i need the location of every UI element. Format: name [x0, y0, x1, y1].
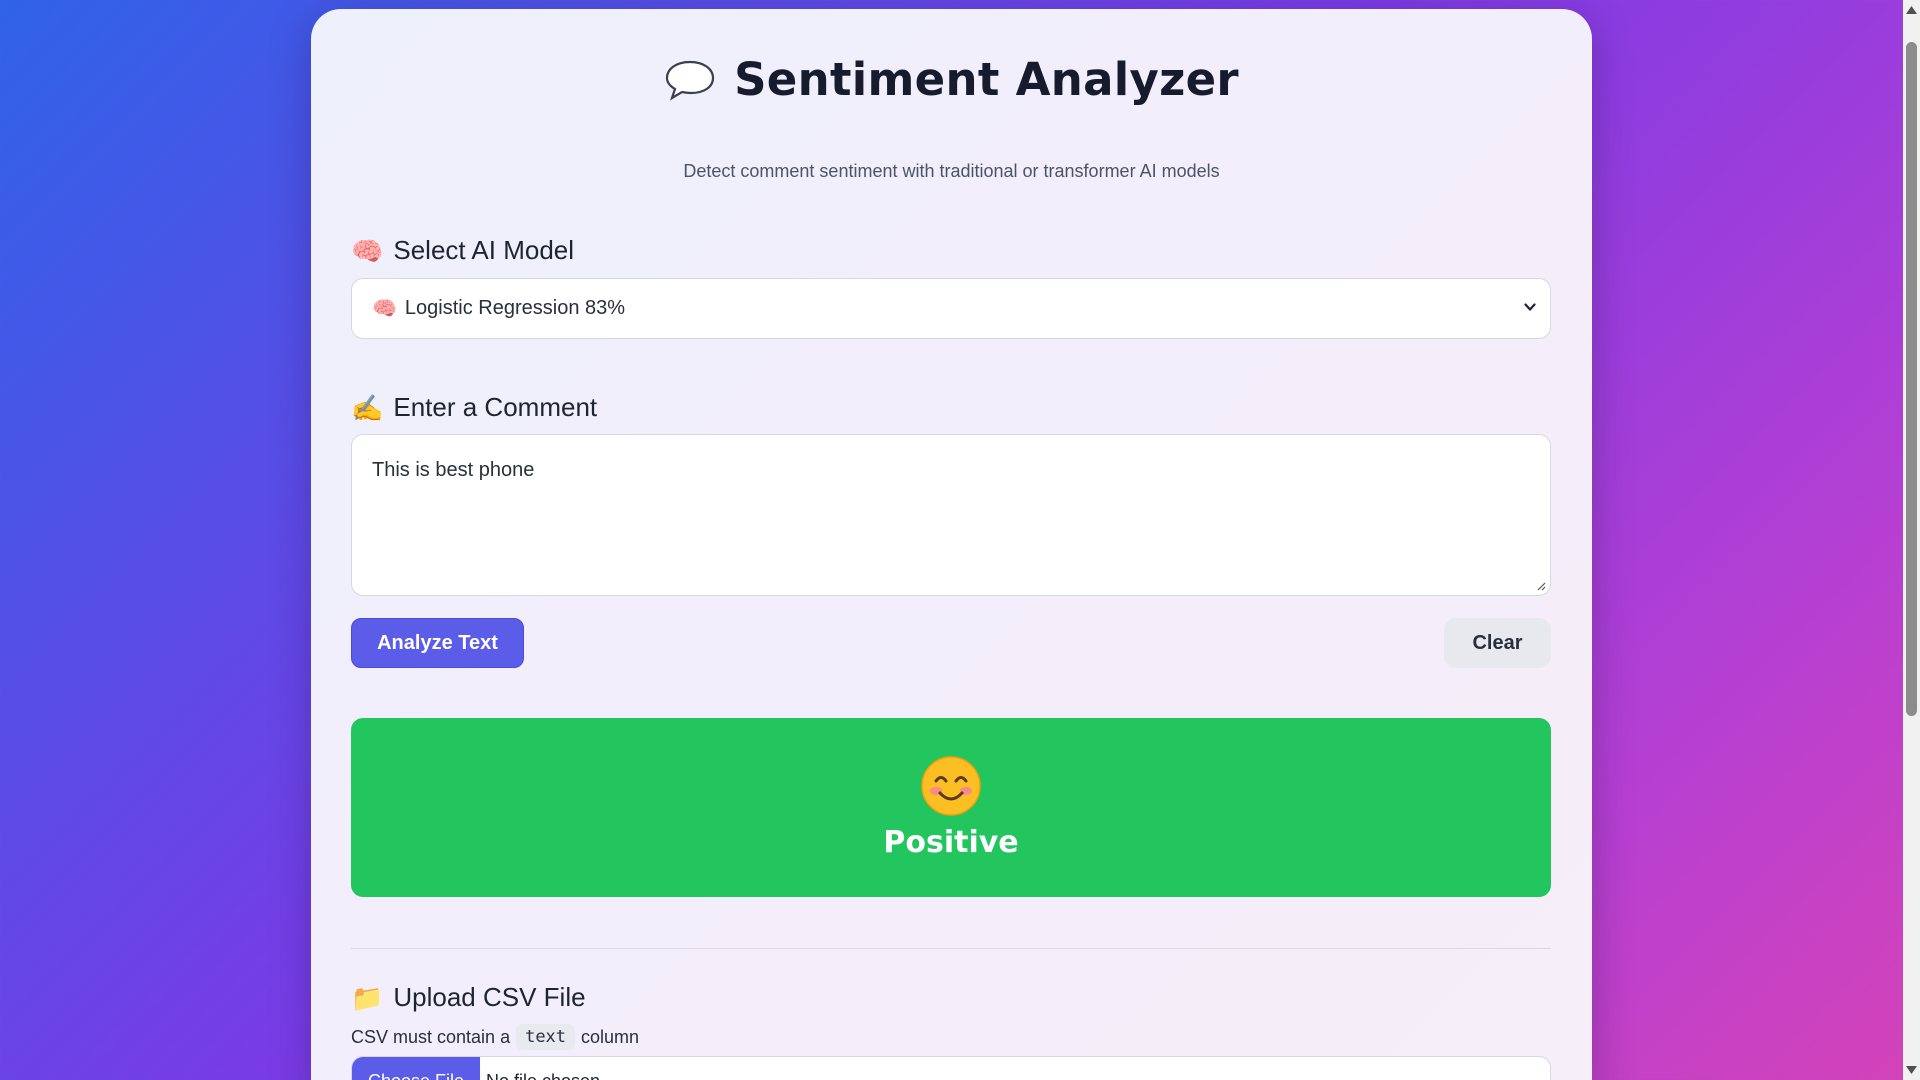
model-select[interactable]: 🧠 Logistic Regression 83% [351, 278, 1551, 339]
page-scrollbar[interactable] [1903, 0, 1920, 1080]
analyzer-card: Sentiment Analyzer Detect comment sentim… [311, 9, 1592, 1080]
comment-label-text: Enter a Comment [393, 392, 598, 422]
clear-button[interactable]: Clear [1444, 618, 1551, 668]
scroll-down-icon[interactable] [1906, 1066, 1917, 1074]
writing-hand-icon: ✍️ [351, 392, 384, 423]
brain-icon: 🧠 [351, 235, 384, 266]
section-divider [351, 948, 1551, 949]
model-section-label: 🧠 Select AI Model [351, 235, 574, 266]
scroll-up-icon[interactable] [1906, 6, 1917, 14]
hint-code: text [516, 1024, 576, 1050]
scroll-thumb[interactable] [1906, 42, 1917, 716]
analyze-button[interactable]: Analyze Text [351, 618, 524, 668]
chevron-down-icon [1524, 303, 1536, 311]
header: Sentiment Analyzer [311, 53, 1592, 106]
hint-text-after: column [581, 1026, 640, 1047]
file-status: No file chosen [480, 1057, 600, 1080]
comment-text: This is best phone [372, 459, 535, 481]
choose-file-button[interactable]: Choose File [352, 1057, 480, 1080]
hint-text-before: CSV must contain a [351, 1026, 511, 1047]
model-label-text: Select AI Model [393, 235, 575, 265]
csv-file-input[interactable]: Choose File No file chosen [351, 1056, 1551, 1080]
model-select-value: Logistic Regression 83% [404, 297, 626, 319]
resize-grip-icon[interactable] [1536, 581, 1546, 591]
brain-icon: 🧠 [372, 297, 397, 320]
upload-label-text: Upload CSV File [393, 982, 586, 1012]
folder-icon: 📁 [351, 982, 384, 1013]
sentiment-label: Positive [883, 825, 1019, 860]
csv-hint: CSV must contain a text column [351, 1024, 639, 1050]
page-title: Sentiment Analyzer [734, 53, 1239, 106]
page-subtitle: Detect comment sentiment with traditiona… [683, 161, 1220, 181]
upload-section-label: 📁 Upload CSV File [351, 982, 586, 1013]
result-panel: Positive [351, 718, 1551, 897]
comment-textarea[interactable]: This is best phone [351, 434, 1551, 596]
smiling-face-icon [921, 756, 981, 816]
speech-bubble-icon [665, 60, 715, 100]
comment-section-label: ✍️ Enter a Comment [351, 392, 597, 423]
